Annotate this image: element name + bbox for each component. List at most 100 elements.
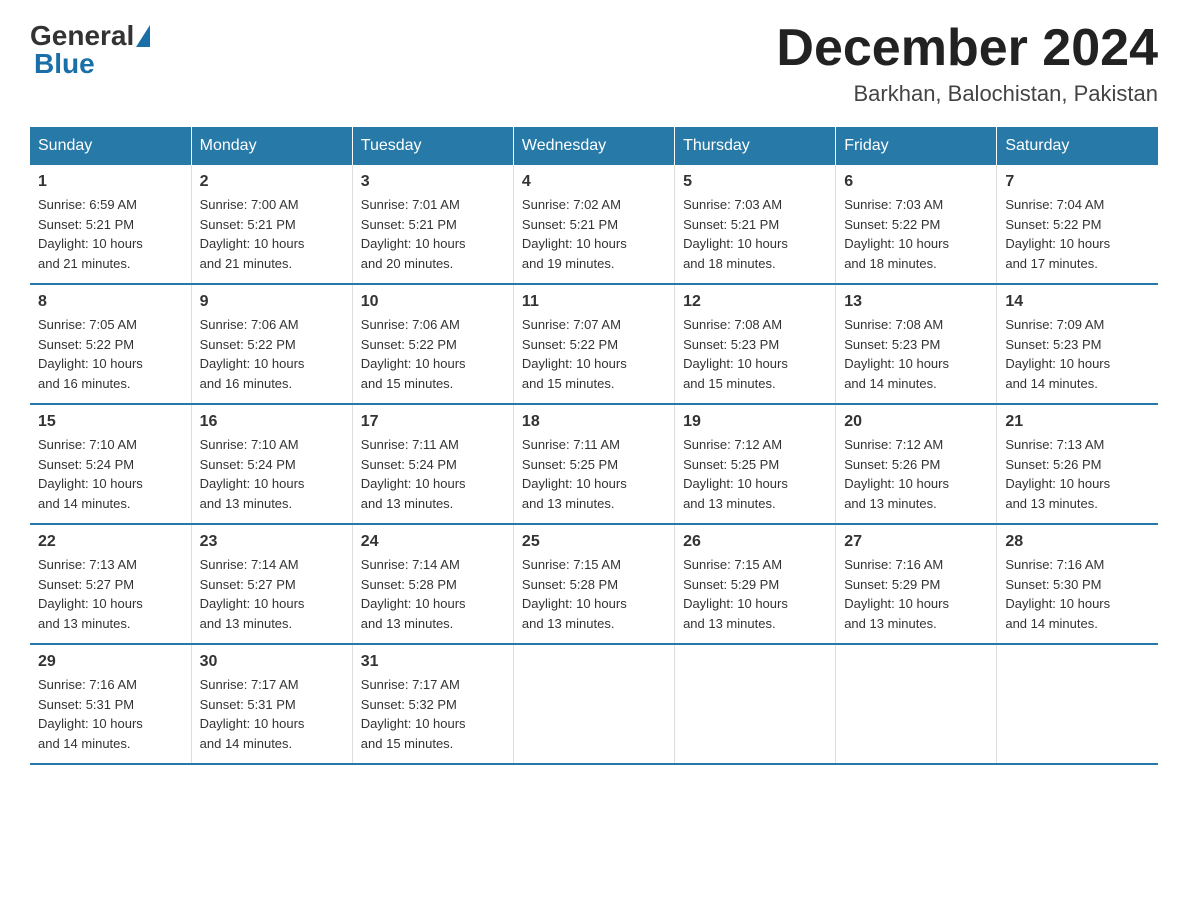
day-number: 9 [200, 293, 344, 311]
calendar-cell: 7 Sunrise: 7:04 AMSunset: 5:22 PMDaylight… [997, 165, 1158, 284]
day-info: Sunrise: 7:14 AMSunset: 5:27 PMDaylight:… [200, 555, 344, 633]
day-number: 27 [844, 533, 988, 551]
calendar-cell: 18Sunrise: 7:11 AMSunset: 5:25 PMDayligh… [513, 404, 674, 524]
calendar-cell: 5 Sunrise: 7:03 AMSunset: 5:21 PMDaylight… [675, 165, 836, 284]
calendar-cell: 31Sunrise: 7:17 AMSunset: 5:32 PMDayligh… [352, 644, 513, 764]
day-info: Sunrise: 7:13 AMSunset: 5:27 PMDaylight:… [38, 555, 183, 633]
day-number: 22 [38, 533, 183, 551]
page-header: General Blue December 2024 Barkhan, Balo… [30, 20, 1158, 107]
day-number: 23 [200, 533, 344, 551]
weekday-header-thursday: Thursday [675, 127, 836, 165]
calendar-cell: 14 Sunrise: 7:09 AMSunset: 5:23 PMDayligh… [997, 284, 1158, 404]
calendar-cell: 17 Sunrise: 7:11 AMSunset: 5:24 PMDayligh… [352, 404, 513, 524]
day-info: Sunrise: 7:14 AMSunset: 5:28 PMDaylight:… [361, 555, 505, 633]
day-info: Sunrise: 7:10 AMSunset: 5:24 PMDaylight:… [38, 435, 183, 513]
calendar-cell: 16Sunrise: 7:10 AMSunset: 5:24 PMDayligh… [191, 404, 352, 524]
day-number: 5 [683, 173, 827, 191]
calendar-week-4: 22 Sunrise: 7:13 AMSunset: 5:27 PMDayligh… [30, 524, 1158, 644]
calendar-cell: 30Sunrise: 7:17 AMSunset: 5:31 PMDayligh… [191, 644, 352, 764]
calendar-week-3: 15Sunrise: 7:10 AMSunset: 5:24 PMDayligh… [30, 404, 1158, 524]
calendar-body: 1 Sunrise: 6:59 AMSunset: 5:21 PMDaylight… [30, 165, 1158, 764]
day-info: Sunrise: 7:01 AMSunset: 5:21 PMDaylight:… [361, 195, 505, 273]
day-number: 28 [1005, 533, 1150, 551]
calendar-header: SundayMondayTuesdayWednesdayThursdayFrid… [30, 127, 1158, 165]
day-number: 31 [361, 653, 505, 671]
day-number: 26 [683, 533, 827, 551]
calendar-cell [675, 644, 836, 764]
calendar-cell: 12Sunrise: 7:08 AMSunset: 5:23 PMDayligh… [675, 284, 836, 404]
day-info: Sunrise: 7:15 AMSunset: 5:29 PMDaylight:… [683, 555, 827, 633]
day-info: Sunrise: 7:12 AMSunset: 5:25 PMDaylight:… [683, 435, 827, 513]
calendar-cell: 28 Sunrise: 7:16 AMSunset: 5:30 PMDayligh… [997, 524, 1158, 644]
title-block: December 2024 Barkhan, Balochistan, Paki… [776, 20, 1158, 107]
calendar-cell: 9 Sunrise: 7:06 AMSunset: 5:22 PMDaylight… [191, 284, 352, 404]
day-info: Sunrise: 7:16 AMSunset: 5:29 PMDaylight:… [844, 555, 988, 633]
weekday-header-sunday: Sunday [30, 127, 191, 165]
calendar-cell: 1 Sunrise: 6:59 AMSunset: 5:21 PMDaylight… [30, 165, 191, 284]
calendar-week-2: 8Sunrise: 7:05 AMSunset: 5:22 PMDaylight… [30, 284, 1158, 404]
day-info: Sunrise: 7:07 AMSunset: 5:22 PMDaylight:… [522, 315, 666, 393]
calendar-cell: 15Sunrise: 7:10 AMSunset: 5:24 PMDayligh… [30, 404, 191, 524]
day-info: Sunrise: 7:06 AMSunset: 5:22 PMDaylight:… [200, 315, 344, 393]
weekday-header-wednesday: Wednesday [513, 127, 674, 165]
day-info: Sunrise: 7:04 AMSunset: 5:22 PMDaylight:… [1005, 195, 1150, 273]
day-number: 19 [683, 413, 827, 431]
calendar-cell: 4Sunrise: 7:02 AMSunset: 5:21 PMDaylight… [513, 165, 674, 284]
day-info: Sunrise: 7:17 AMSunset: 5:31 PMDaylight:… [200, 675, 344, 753]
calendar-cell: 10 Sunrise: 7:06 AMSunset: 5:22 PMDayligh… [352, 284, 513, 404]
calendar-cell: 29 Sunrise: 7:16 AMSunset: 5:31 PMDayligh… [30, 644, 191, 764]
day-number: 29 [38, 653, 183, 671]
day-number: 18 [522, 413, 666, 431]
calendar-cell [513, 644, 674, 764]
day-info: Sunrise: 7:02 AMSunset: 5:21 PMDaylight:… [522, 195, 666, 273]
calendar-cell: 8Sunrise: 7:05 AMSunset: 5:22 PMDaylight… [30, 284, 191, 404]
calendar-week-5: 29 Sunrise: 7:16 AMSunset: 5:31 PMDayligh… [30, 644, 1158, 764]
calendar-cell: 6 Sunrise: 7:03 AMSunset: 5:22 PMDaylight… [836, 165, 997, 284]
day-info: Sunrise: 7:06 AMSunset: 5:22 PMDaylight:… [361, 315, 505, 393]
day-number: 25 [522, 533, 666, 551]
weekday-header-friday: Friday [836, 127, 997, 165]
day-info: Sunrise: 7:12 AMSunset: 5:26 PMDaylight:… [844, 435, 988, 513]
day-number: 1 [38, 173, 183, 191]
weekday-row: SundayMondayTuesdayWednesdayThursdayFrid… [30, 127, 1158, 165]
day-info: Sunrise: 7:03 AMSunset: 5:22 PMDaylight:… [844, 195, 988, 273]
day-info: Sunrise: 7:13 AMSunset: 5:26 PMDaylight:… [1005, 435, 1150, 513]
logo-blue-text: Blue [34, 48, 95, 79]
day-info: Sunrise: 7:08 AMSunset: 5:23 PMDaylight:… [844, 315, 988, 393]
day-info: Sunrise: 7:15 AMSunset: 5:28 PMDaylight:… [522, 555, 666, 633]
calendar-cell: 22 Sunrise: 7:13 AMSunset: 5:27 PMDayligh… [30, 524, 191, 644]
calendar-cell: 2Sunrise: 7:00 AMSunset: 5:21 PMDaylight… [191, 165, 352, 284]
calendar-table: SundayMondayTuesdayWednesdayThursdayFrid… [30, 127, 1158, 765]
day-number: 17 [361, 413, 505, 431]
day-number: 7 [1005, 173, 1150, 191]
calendar-cell: 13 Sunrise: 7:08 AMSunset: 5:23 PMDayligh… [836, 284, 997, 404]
day-number: 14 [1005, 293, 1150, 311]
weekday-header-monday: Monday [191, 127, 352, 165]
day-number: 21 [1005, 413, 1150, 431]
day-number: 10 [361, 293, 505, 311]
calendar-cell: 24 Sunrise: 7:14 AMSunset: 5:28 PMDayligh… [352, 524, 513, 644]
day-info: Sunrise: 7:09 AMSunset: 5:23 PMDaylight:… [1005, 315, 1150, 393]
calendar-cell: 3 Sunrise: 7:01 AMSunset: 5:21 PMDaylight… [352, 165, 513, 284]
day-number: 3 [361, 173, 505, 191]
day-number: 6 [844, 173, 988, 191]
calendar-cell [997, 644, 1158, 764]
day-info: Sunrise: 7:05 AMSunset: 5:22 PMDaylight:… [38, 315, 183, 393]
day-info: Sunrise: 6:59 AMSunset: 5:21 PMDaylight:… [38, 195, 183, 273]
weekday-header-tuesday: Tuesday [352, 127, 513, 165]
day-info: Sunrise: 7:11 AMSunset: 5:24 PMDaylight:… [361, 435, 505, 513]
day-number: 11 [522, 293, 666, 311]
calendar-cell: 19 Sunrise: 7:12 AMSunset: 5:25 PMDayligh… [675, 404, 836, 524]
day-number: 20 [844, 413, 988, 431]
calendar-cell: 27 Sunrise: 7:16 AMSunset: 5:29 PMDayligh… [836, 524, 997, 644]
day-number: 16 [200, 413, 344, 431]
day-number: 24 [361, 533, 505, 551]
calendar-cell: 20 Sunrise: 7:12 AMSunset: 5:26 PMDayligh… [836, 404, 997, 524]
day-info: Sunrise: 7:03 AMSunset: 5:21 PMDaylight:… [683, 195, 827, 273]
calendar-cell: 21 Sunrise: 7:13 AMSunset: 5:26 PMDayligh… [997, 404, 1158, 524]
day-info: Sunrise: 7:16 AMSunset: 5:30 PMDaylight:… [1005, 555, 1150, 633]
day-info: Sunrise: 7:16 AMSunset: 5:31 PMDaylight:… [38, 675, 183, 753]
logo-triangle-icon [136, 25, 150, 47]
day-number: 13 [844, 293, 988, 311]
calendar-cell: 11 Sunrise: 7:07 AMSunset: 5:22 PMDayligh… [513, 284, 674, 404]
